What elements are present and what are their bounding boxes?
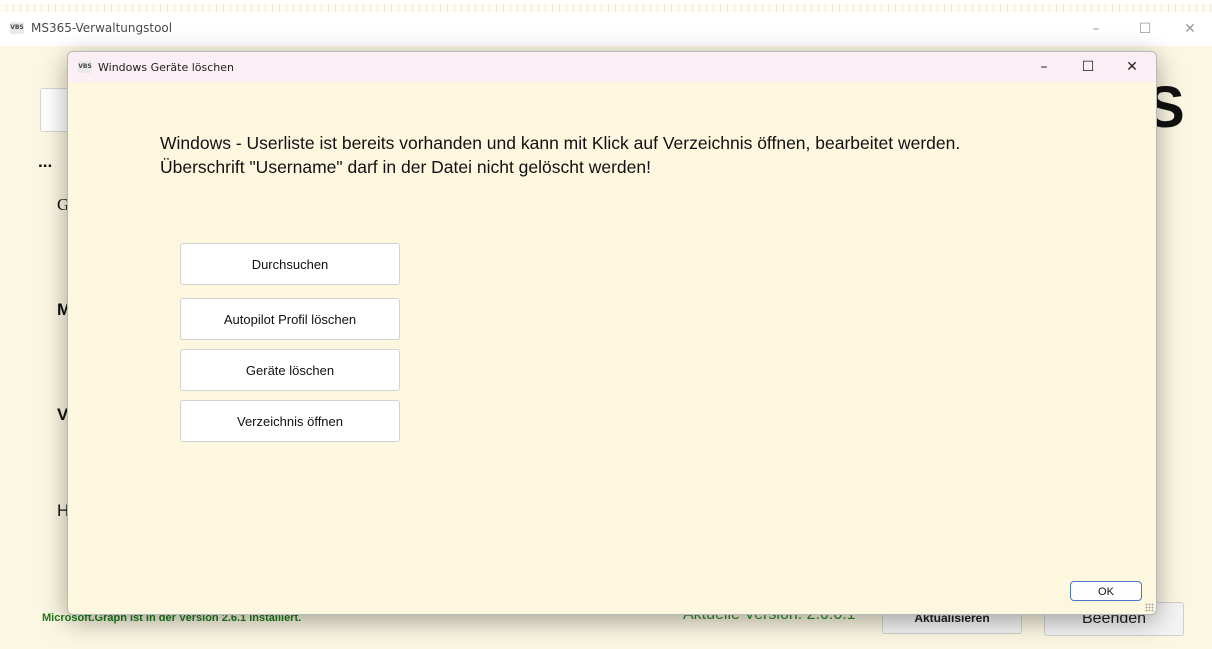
ok-button[interactable]: OK (1070, 581, 1142, 601)
resize-grip-icon[interactable] (1145, 603, 1154, 612)
dialog-title: Windows Geräte löschen (98, 61, 235, 74)
background-ellipsis: ... (38, 152, 53, 171)
background-strip (0, 4, 1212, 12)
close-icon[interactable]: ✕ (1112, 54, 1152, 80)
delete-autopilot-profile-button[interactable]: Autopilot Profil löschen (180, 298, 400, 340)
minimize-icon[interactable]: – (1024, 54, 1064, 80)
app-icon: VBS (78, 61, 92, 73)
delete-devices-button[interactable]: Geräte löschen (180, 349, 400, 391)
dialog-titlebar: VBS Windows Geräte löschen – ☐ ✕ (68, 52, 1156, 82)
delete-devices-dialog: VBS Windows Geräte löschen – ☐ ✕ Windows… (67, 51, 1157, 615)
dialog-message: Windows - Userliste ist bereits vorhande… (160, 131, 1060, 179)
close-icon[interactable]: ✕ (1174, 16, 1206, 42)
message-line-1: Windows - Userliste ist bereits vorhande… (160, 133, 961, 153)
browse-button[interactable]: Durchsuchen (180, 243, 400, 285)
minimize-icon[interactable]: – (1080, 16, 1112, 42)
maximize-icon[interactable]: ☐ (1129, 16, 1161, 42)
open-directory-button[interactable]: Verzeichnis öffnen (180, 400, 400, 442)
maximize-icon[interactable]: ☐ (1068, 54, 1108, 80)
app-icon: VBS (10, 22, 24, 34)
main-window-title: MS365-Verwaltungstool (31, 21, 173, 35)
main-titlebar: VBS MS365-Verwaltungstool – ☐ ✕ (0, 12, 1212, 46)
message-line-2: Überschrift "Username" darf in der Datei… (160, 157, 651, 177)
